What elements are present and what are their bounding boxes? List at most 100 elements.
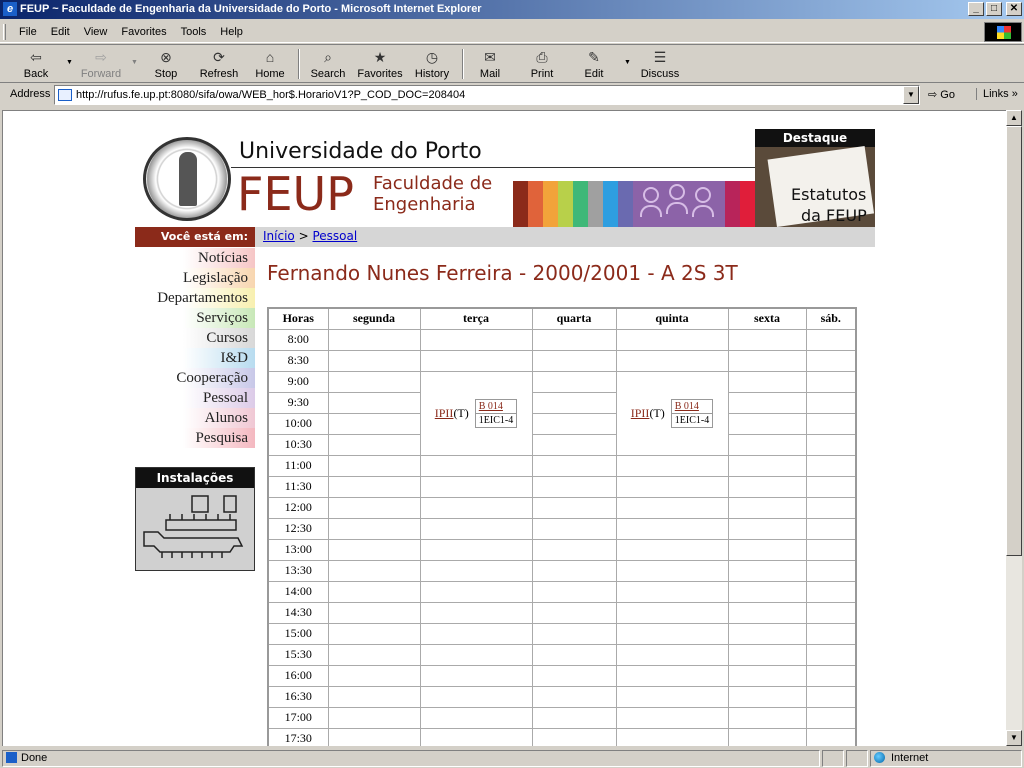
hour-cell: 10:00 xyxy=(267,412,329,435)
close-button[interactable]: ✕ xyxy=(1006,2,1022,16)
stop-button[interactable]: ⊗ Stop xyxy=(146,48,186,80)
table-row: 11:30 xyxy=(267,475,857,498)
menu-edit[interactable]: Edit xyxy=(44,25,77,39)
room-box: B 014 1EIC1-4 xyxy=(670,398,714,428)
breadcrumb: Você está em: Início > Pessoal xyxy=(135,227,875,247)
course-link[interactable]: IPII xyxy=(435,406,454,420)
print-label: Print xyxy=(530,68,554,80)
nav-item-pesquisa[interactable]: Pesquisa xyxy=(135,428,255,448)
discuss-button[interactable]: ☰ Discuss xyxy=(638,48,682,80)
forward-button[interactable]: ⇨ Forward xyxy=(78,48,124,80)
scroll-thumb[interactable] xyxy=(1006,126,1022,556)
hour-cell: 14:00 xyxy=(267,580,329,603)
table-row: 14:00 xyxy=(267,580,857,603)
edit-dropdown-icon[interactable]: ▼ xyxy=(624,59,631,66)
maximize-button[interactable]: □ xyxy=(986,2,1002,16)
menu-favorites[interactable]: Favorites xyxy=(114,25,173,39)
refresh-icon: ⟳ xyxy=(213,49,225,65)
schedule-cell xyxy=(419,328,533,351)
installations-box[interactable]: Instalações xyxy=(135,467,255,571)
nav-item-cursos[interactable]: Cursos xyxy=(135,328,255,348)
title-bar: e FEUP ~ Faculdade de Engenharia da Univ… xyxy=(0,0,1024,19)
schedule-cell xyxy=(531,601,617,624)
schedule-cell xyxy=(805,622,857,645)
schedule-cell xyxy=(805,496,857,519)
scroll-up-arrow-icon[interactable]: ▲ xyxy=(1006,110,1022,126)
column-header-quinta: quinta xyxy=(615,307,729,330)
nav-item-pessoal[interactable]: Pessoal xyxy=(135,388,255,408)
address-dropdown-icon[interactable]: ▼ xyxy=(903,86,919,104)
search-button[interactable]: ⌕ Search xyxy=(306,48,350,80)
schedule-cell xyxy=(805,664,857,687)
mail-button[interactable]: ✉ Mail xyxy=(472,48,508,80)
back-dropdown-icon[interactable]: ▼ xyxy=(66,59,73,66)
featured-banner[interactable]: Destaque Estatutos da FEUP xyxy=(755,129,875,227)
table-row: 12:00 xyxy=(267,496,857,519)
edit-document-icon: ✎ xyxy=(588,49,600,65)
table-row: 15:00 xyxy=(267,622,857,645)
status-cell-empty xyxy=(822,750,844,767)
edit-button[interactable]: ✎ Edit xyxy=(576,48,612,80)
breadcrumb-home-link[interactable]: Início xyxy=(263,229,295,243)
menu-view[interactable]: View xyxy=(77,25,115,39)
go-arrow-icon: ⇨ xyxy=(928,89,941,101)
refresh-button[interactable]: ⟳ Refresh xyxy=(196,48,242,80)
menu-file[interactable]: File xyxy=(12,25,44,39)
window-controls: _ □ ✕ xyxy=(968,2,1022,16)
favorites-button[interactable]: ★ Favorites xyxy=(354,48,406,80)
column-header-horas: Horas xyxy=(267,307,329,330)
schedule-cell xyxy=(615,685,729,708)
nav-item-id[interactable]: I&D xyxy=(135,348,255,368)
hour-cell: 9:00 xyxy=(267,370,329,393)
university-seal-logo[interactable] xyxy=(143,137,231,221)
nav-item-noticias[interactable]: Notícias xyxy=(135,248,255,268)
schedule-cell xyxy=(531,643,617,666)
address-field[interactable]: http://rufus.fe.up.pt:8080/sifa/owa/WEB_… xyxy=(54,85,920,105)
minimize-button[interactable]: _ xyxy=(968,2,984,16)
print-button[interactable]: ⎙ Print xyxy=(524,48,560,80)
schedule-cell xyxy=(531,412,617,435)
history-button[interactable]: ◷ History xyxy=(410,48,454,80)
schedule-cell xyxy=(327,454,421,477)
go-button[interactable]: ⇨ Go xyxy=(928,88,955,101)
schedule-cell xyxy=(805,643,857,666)
schedule-cell xyxy=(419,664,533,687)
zone-cell: Internet xyxy=(870,750,1022,767)
schedule-cell xyxy=(805,454,857,477)
schedule-cell xyxy=(327,475,421,498)
feup-logo-text[interactable]: FEUP xyxy=(237,167,354,221)
schedule-cell xyxy=(805,538,857,561)
menu-tools[interactable]: Tools xyxy=(174,25,214,39)
back-button[interactable]: ⇦ Back xyxy=(14,48,58,80)
nav-item-cooperacao[interactable]: Cooperação xyxy=(135,368,255,388)
nav-item-departamentos[interactable]: Departamentos xyxy=(135,288,255,308)
table-row: 13:30 xyxy=(267,559,857,582)
schedule-cell xyxy=(327,433,421,456)
header-color-bars xyxy=(513,181,755,227)
column-header-segunda: segunda xyxy=(327,307,421,330)
schedule-cell xyxy=(727,370,807,393)
nav-item-alunos[interactable]: Alunos xyxy=(135,408,255,428)
table-row: 9:00 IPII(T) B 014 1EIC1-4 IPII(T) B 014 1EIC1… xyxy=(267,370,857,456)
vertical-scrollbar[interactable]: ▲ ▼ xyxy=(1006,110,1022,746)
table-row: 10:30 xyxy=(267,433,857,456)
hour-cell: 8:00 xyxy=(267,328,329,351)
nav-item-servicos[interactable]: Serviços xyxy=(135,308,255,328)
home-button[interactable]: ⌂ Home xyxy=(252,48,288,80)
course-link[interactable]: IPII xyxy=(631,406,650,420)
forward-dropdown-icon[interactable]: ▼ xyxy=(131,59,138,66)
room-link[interactable]: B 014 xyxy=(475,400,517,414)
schedule-cell xyxy=(531,391,617,414)
table-row: 10:00 xyxy=(267,412,857,435)
menu-help[interactable]: Help xyxy=(213,25,250,39)
breadcrumb-current-link[interactable]: Pessoal xyxy=(312,229,357,243)
hour-cell: 12:00 xyxy=(267,496,329,519)
address-url[interactable]: http://rufus.fe.up.pt:8080/sifa/owa/WEB_… xyxy=(76,89,465,101)
hour-cell: 16:30 xyxy=(267,685,329,708)
room-link[interactable]: B 014 xyxy=(671,400,713,414)
scroll-down-arrow-icon[interactable]: ▼ xyxy=(1006,730,1022,746)
schedule-cell xyxy=(327,538,421,561)
menu-grip[interactable] xyxy=(3,24,6,40)
links-button[interactable]: Links » xyxy=(976,88,1018,100)
nav-item-legislacao[interactable]: Legislação xyxy=(135,268,255,288)
